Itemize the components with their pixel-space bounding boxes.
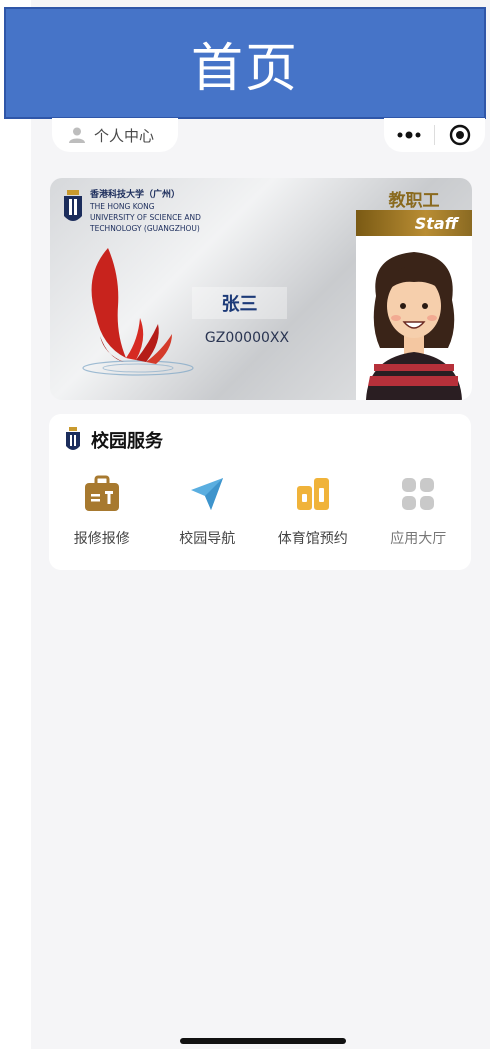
holder-id-number: GZ00000XX <box>204 330 290 346</box>
home-indicator[interactable] <box>180 1038 346 1044</box>
campus-id-card[interactable]: 香港科技大学（广州） THE HONG KONG UNIVERSITY OF S… <box>50 178 472 400</box>
services-title: 校园服务 <box>91 431 163 452</box>
university-logo: 香港科技大学（广州） THE HONG KONG UNIVERSITY OF S… <box>62 190 201 234</box>
profile-photo <box>356 236 472 400</box>
logo-en-line2: UNIVERSITY OF SCIENCE AND <box>90 213 201 222</box>
service-label: 校园导航 <box>179 531 236 547</box>
logo-cn-text: 香港科技大学（广州） <box>90 190 181 200</box>
target-icon[interactable] <box>435 124 485 146</box>
profile-center-label: 个人中心 <box>94 126 155 145</box>
mini-program-capsule <box>384 118 485 152</box>
app-grid-icon <box>402 478 435 510</box>
stadium-icon <box>296 478 329 510</box>
more-dots-icon[interactable] <box>384 130 434 140</box>
navigation-arrow-icon <box>191 478 224 510</box>
page-title: 首页 <box>190 38 299 99</box>
university-crest-icon <box>66 427 80 450</box>
role-en-label: Staff <box>414 213 458 233</box>
flame-sculpture-image <box>82 248 194 376</box>
avatar-illustration-icon <box>366 252 462 400</box>
service-label: 体育馆预约 <box>277 531 348 547</box>
title-bar: 首页 <box>4 7 486 119</box>
holder-name: 张三 <box>192 287 287 319</box>
service-campus-navigation[interactable]: 校园导航 <box>155 474 261 548</box>
person-icon <box>69 127 85 143</box>
profile-center-button[interactable]: 个人中心 <box>52 118 178 152</box>
role-label: 教职工 <box>388 191 440 211</box>
campus-services-panel: 校园服务 报修报修 校园导航 体育馆预约 应用大厅 <box>49 414 471 570</box>
university-crest-icon <box>64 190 82 221</box>
service-repair[interactable]: 报修报修 <box>49 474 155 548</box>
service-app-hall[interactable]: 应用大厅 <box>366 474 472 548</box>
toolbox-icon <box>84 475 119 511</box>
logo-en-line3: TECHNOLOGY (GUANGZHOU) <box>90 224 200 233</box>
service-label: 报修报修 <box>73 531 130 547</box>
staff-band: Staff <box>356 210 472 236</box>
service-stadium-booking[interactable]: 体育馆预约 <box>260 474 366 548</box>
service-label: 应用大厅 <box>390 531 447 547</box>
logo-en-line1: THE HONG KONG <box>90 202 155 211</box>
